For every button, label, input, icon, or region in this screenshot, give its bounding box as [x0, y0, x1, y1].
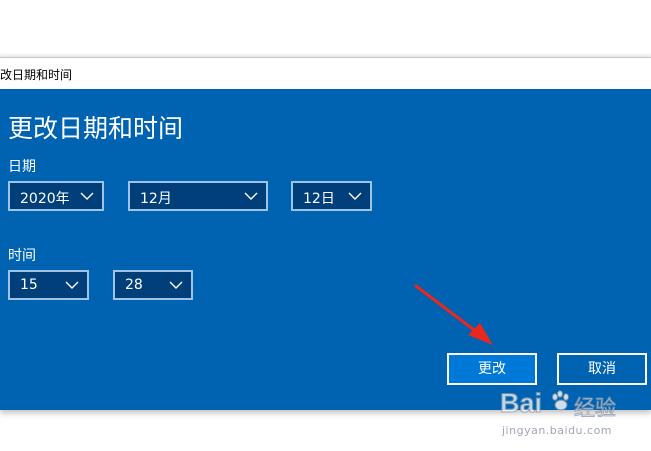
time-label: 时间 — [8, 248, 36, 264]
date-time-dialog: 改日期和时间 更改日期和时间 日期 2020年 12月 12日 时间 15 28… — [0, 57, 651, 410]
chevron-down-icon — [80, 192, 94, 200]
hour-value: 15 — [20, 277, 38, 293]
baidu-jingyan-watermark — [498, 380, 638, 440]
month-dropdown[interactable]: 12月 — [128, 181, 268, 211]
day-dropdown[interactable]: 12日 — [291, 181, 372, 211]
minute-dropdown[interactable]: 28 — [113, 270, 193, 300]
chevron-down-icon — [348, 192, 362, 200]
page: 改日期和时间 更改日期和时间 日期 2020年 12月 12日 时间 15 28… — [0, 0, 651, 451]
page-title: 更改日期和时间 — [8, 114, 184, 143]
month-value: 12月 — [140, 191, 172, 207]
chevron-down-icon — [169, 281, 183, 289]
day-value: 12日 — [303, 191, 335, 207]
window-title: 改日期和时间 — [0, 68, 73, 82]
minute-value: 28 — [125, 277, 143, 293]
hour-dropdown[interactable]: 15 — [8, 270, 89, 300]
title-bar[interactable]: 改日期和时间 — [0, 58, 651, 90]
chevron-down-icon — [244, 192, 258, 200]
year-value: 2020年 — [20, 191, 70, 207]
chevron-down-icon — [65, 281, 79, 289]
date-label: 日期 — [8, 159, 36, 175]
dialog-content: 更改日期和时间 日期 2020年 12月 12日 时间 15 28 更改 取消 — [0, 89, 651, 410]
year-dropdown[interactable]: 2020年 — [8, 181, 104, 211]
